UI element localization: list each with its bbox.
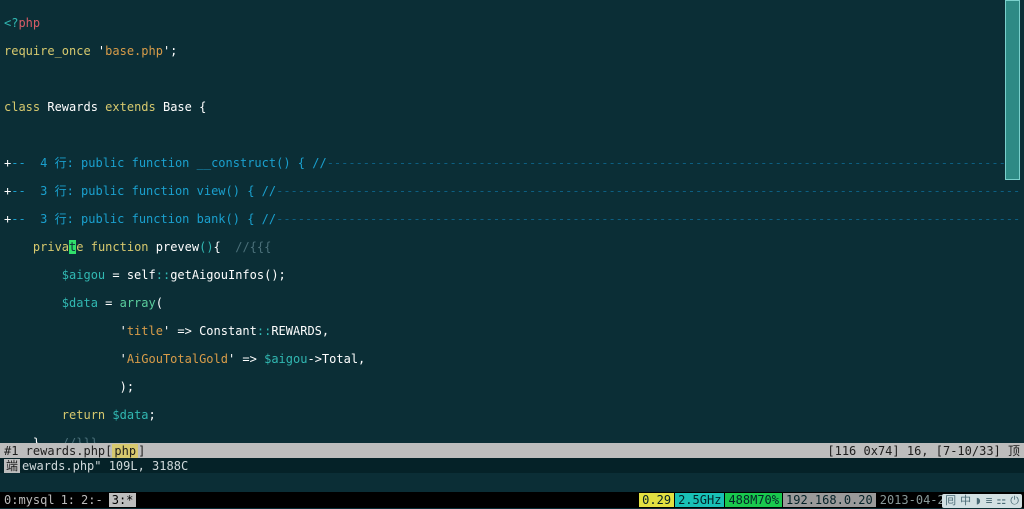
fold-line[interactable]: +-- 3 行: public function view() { //----…	[4, 184, 1020, 198]
fold-line[interactable]: +-- 3 行: public function bank() { //----…	[4, 212, 1020, 226]
filetype-badge: php	[112, 444, 138, 458]
vim-messageline: 端 ewards.php" 109L, 3188C	[0, 458, 1024, 473]
cursor-position: [116 0x74] 16, [7-10/33] 顶	[827, 444, 1020, 458]
tmux-window[interactable]: 0:mysql	[4, 493, 55, 507]
system-tray[interactable]: 囘 中 ◗ ≡ ⚏ ⏻	[942, 494, 1022, 508]
buffer-name: #1 rewards.php	[4, 444, 105, 458]
tmux-window[interactable]: 2:-	[81, 493, 103, 507]
vim-statusline: #1 rewards.php [php] [116 0x74] 16, [7-1…	[0, 443, 1024, 458]
tmux-window-active[interactable]: 3:*	[109, 493, 137, 507]
tray-icon[interactable]: 囘	[945, 494, 956, 508]
mem-badge: 488M70%	[725, 493, 782, 507]
cpu-badge: 2.5GHz	[675, 493, 724, 507]
gap	[0, 473, 1024, 492]
keyboard-icon[interactable]: ⚏	[996, 494, 1006, 508]
loadavg-badge: 0.29	[639, 493, 674, 507]
tmux-statusbar[interactable]: 0:mysql 1: 2:- 3:* 0.29 2.5GHz 488M70% 1…	[0, 492, 1024, 508]
menu-icon[interactable]: ≡	[986, 494, 993, 508]
moon-icon[interactable]: ◗	[975, 494, 982, 508]
vertical-scrollbar[interactable]	[1005, 0, 1020, 180]
tmux-window[interactable]: 1:	[61, 493, 75, 507]
code-editor[interactable]: <?php require_once 'base.php'; class Rew…	[0, 0, 1024, 443]
power-icon[interactable]: ⏻	[1010, 494, 1019, 508]
ip-badge: 192.168.0.20	[783, 493, 876, 507]
fold-line[interactable]: +-- 4 行: public function __construct() {…	[4, 156, 1020, 170]
ime-icon[interactable]: 中	[960, 494, 971, 508]
php-open: <?	[4, 16, 18, 30]
terminal-label: 端	[4, 459, 20, 473]
